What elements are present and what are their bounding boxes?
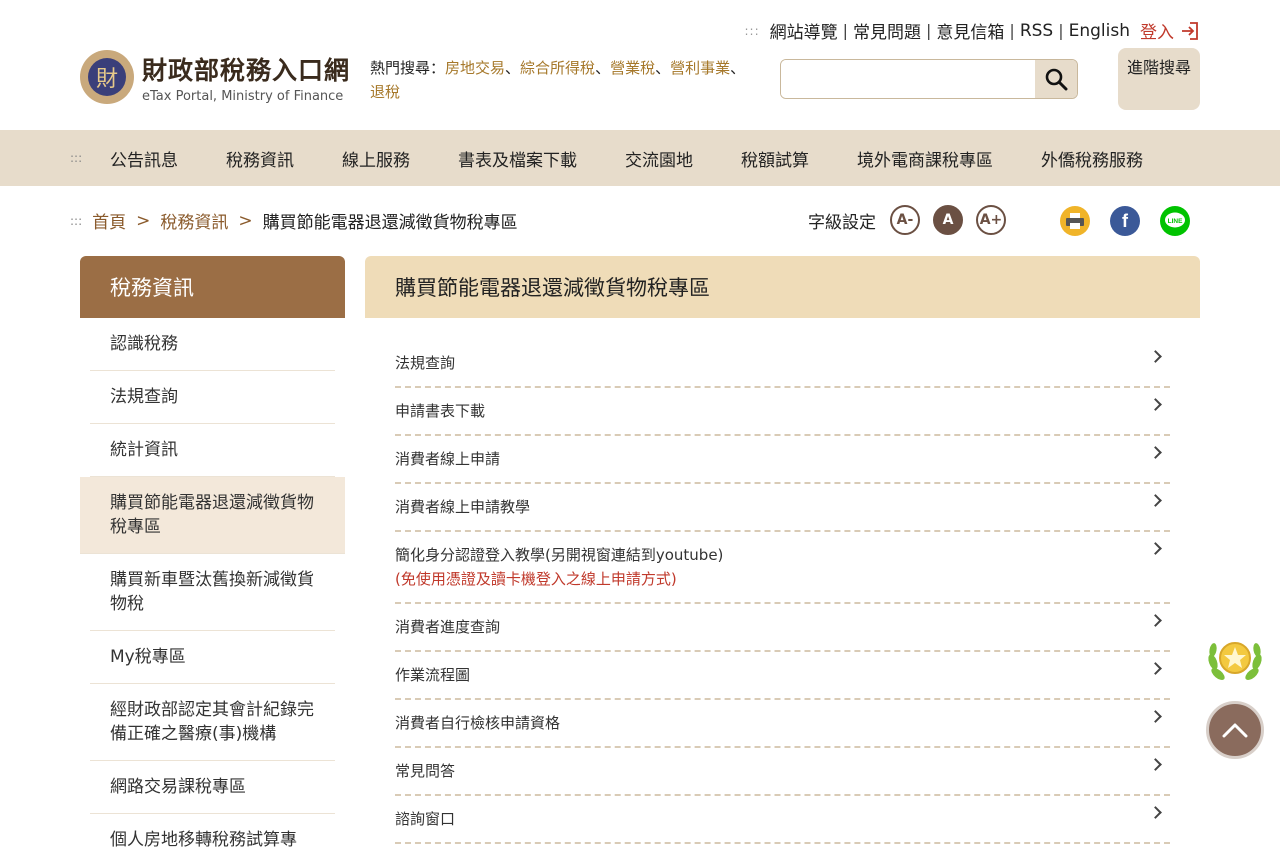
sidebar-item[interactable]: 購買新車暨汰舊換新減徵貨物稅 [90,554,335,631]
site-logo[interactable]: 財 財政部稅務入口網 eTax Portal, Ministry of Fina… [80,50,350,104]
chevron-right-icon [1149,494,1162,507]
breadcrumb-home[interactable]: 首頁 [92,208,126,233]
logo-subtitle: eTax Portal, Ministry of Finance [142,88,344,104]
hot-term[interactable]: 房地交易 [445,59,505,77]
search-box [780,59,1078,99]
search-button[interactable] [1035,60,1077,98]
back-to-top-button[interactable] [1206,701,1264,759]
chevron-right-icon [1149,350,1162,363]
chevron-right-icon [1149,710,1162,723]
font-size-setting: 字級設定 A- A A+ [808,205,1019,235]
chevron-right-icon [1149,614,1162,627]
sidebar: 稅務資訊 認識稅務 法規查詢 統計資訊 購買節能電器退還減徵貨物稅專區 購買新車… [80,256,345,860]
font-small-button[interactable]: A- [890,205,920,235]
nav-item-announcements[interactable]: 公告訊息 [86,146,202,171]
chevron-right-icon [1149,662,1162,675]
list-item[interactable]: 法規查詢 [395,340,1170,388]
svg-text:LINE: LINE [1168,218,1183,225]
list-item[interactable]: 消費者線上申請 [395,436,1170,484]
logo-title: 財政部稅務入口網 [142,55,351,85]
hot-term[interactable]: 綜合所得稅 [520,59,595,77]
sidebar-title: 稅務資訊 [80,256,345,318]
chevron-up-icon [1222,723,1248,738]
breadcrumb-tax-info[interactable]: 稅務資訊 [160,208,228,233]
list-item[interactable]: 消費者線上申請教學 [395,484,1170,532]
line-share-button[interactable]: LINE [1160,206,1190,236]
login-icon [1182,21,1198,40]
faq-link[interactable]: 常見問題 [853,18,921,43]
sidebar-item[interactable]: 個人房地移轉稅務試算專 [90,814,335,860]
chevron-right-icon [1149,758,1162,771]
accesskey-marker: ::: [70,151,83,165]
nav-item-online-services[interactable]: 線上服務 [318,146,434,171]
chevron-right-icon [1149,542,1162,555]
print-button[interactable] [1060,206,1090,236]
list-item[interactable]: 諮詢窗口 [395,796,1170,844]
print-icon [1066,213,1084,229]
sidebar-item[interactable]: 經財政部認定其會計紀錄完備正確之醫療(事)機構 [90,684,335,761]
sidebar-item[interactable]: 法規查詢 [90,371,335,424]
nav-item-forms-download[interactable]: 書表及檔案下載 [434,146,601,171]
hot-search-label: 熱門搜尋： [370,59,446,77]
english-link[interactable]: English [1069,21,1130,41]
sidebar-item[interactable]: 統計資訊 [90,424,335,477]
sitemap-link[interactable]: 網站導覽 [770,18,838,43]
list-item[interactable]: 申請書表下載 [395,388,1170,436]
facebook-icon: f [1122,210,1128,231]
list-item-note: (免使用憑證及讀卡機登入之線上申請方式) [395,570,677,588]
list-item[interactable]: 消費者自行檢核申請資格 [395,700,1170,748]
nav-item-tax-info[interactable]: 稅務資訊 [202,146,318,171]
link-list: 法規查詢 申請書表下載 消費者線上申請 消費者線上申請教學 簡化身分認證登入教學… [365,318,1200,844]
list-item[interactable]: 簡化身分認證登入教學(另開視窗連結到youtube) (免使用憑證及讀卡機登入之線… [395,532,1170,604]
sidebar-item[interactable]: 網路交易課稅專區 [90,761,335,814]
ministry-seal-icon: 財 [80,50,134,104]
feedback-link[interactable]: 意見信箱 [936,18,1004,43]
search-icon [1045,68,1068,91]
top-links: ::: 網站導覽 | 常見問題 | 意見信箱 | RSS | English 登… [745,18,1201,43]
rss-link[interactable]: RSS [1020,21,1053,41]
sidebar-item-active[interactable]: 購買節能電器退還減徵貨物稅專區 [80,477,345,554]
advanced-search-button[interactable]: 進階搜尋 [1118,48,1200,110]
chevron-right-icon [1149,446,1162,459]
search-input[interactable] [781,60,1035,98]
page-title: 購買節能電器退還減徵貨物稅專區 [365,256,1200,318]
login-link[interactable]: 登入 [1140,18,1200,43]
breadcrumb: ::: 首頁 > 稅務資訊 > 購買節能電器退還減徵貨物稅專區 [70,208,518,234]
hot-term[interactable]: 營利事業 [670,59,730,77]
breadcrumb-current: 購買節能電器退還減徵貨物稅專區 [262,213,518,233]
font-medium-button[interactable]: A [933,205,963,235]
hot-search: 熱門搜尋：房地交易、綜合所得稅、營業稅、營利事業、退稅 [370,59,746,101]
nav-item-community[interactable]: 交流園地 [601,146,717,171]
award-icon [1208,642,1262,680]
chevron-right-icon [1149,398,1162,411]
list-item[interactable]: 常見問答 [395,748,1170,796]
hot-term[interactable]: 退稅 [370,83,400,101]
nav-item-ecommerce-tax[interactable]: 境外電商課稅專區 [833,146,1017,171]
line-icon: LINE [1165,212,1185,228]
site-header: ::: 網站導覽 | 常見問題 | 意見信箱 | RSS | English 登… [0,0,1280,130]
award-badge[interactable] [1205,632,1265,688]
sidebar-item[interactable]: My稅專區 [90,631,335,684]
font-size-label: 字級設定 [808,212,876,233]
font-large-button[interactable]: A+ [976,205,1006,235]
nav-item-expat-tax[interactable]: 外僑稅務服務 [1017,146,1167,171]
facebook-share-button[interactable]: f [1110,206,1140,236]
list-item[interactable]: 消費者進度查詢 [395,604,1170,652]
sidebar-item[interactable]: 認識稅務 [90,318,335,371]
accesskey-marker: ::: [70,213,83,228]
main-nav: ::: 公告訊息 稅務資訊 線上服務 書表及檔案下載 交流園地 稅額試算 境外電… [0,130,1280,186]
chevron-right-icon [1149,806,1162,819]
hot-term[interactable]: 營業稅 [610,59,655,77]
content-panel: 購買節能電器退還減徵貨物稅專區 法規查詢 申請書表下載 消費者線上申請 消費者線… [365,256,1200,860]
list-item[interactable]: 作業流程圖 [395,652,1170,700]
nav-item-tax-calculator[interactable]: 稅額試算 [717,146,833,171]
accesskey-marker: ::: [744,23,760,38]
